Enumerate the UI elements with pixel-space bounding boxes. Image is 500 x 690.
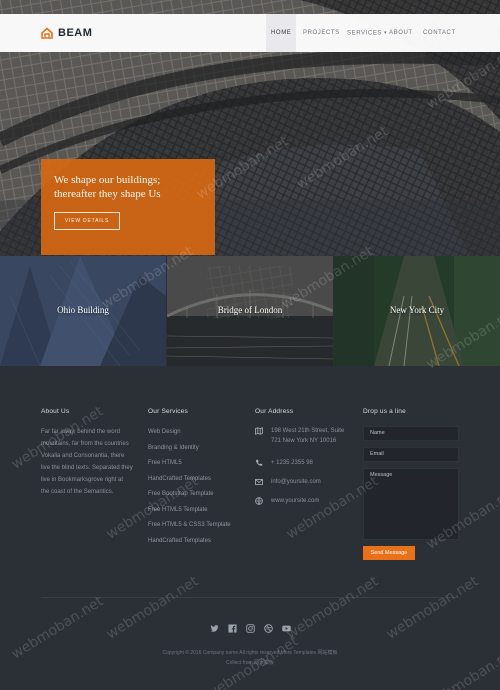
service-link[interactable]: HandCrafted Templates [148, 535, 231, 551]
services-title: Our Services [148, 408, 188, 415]
facebook-icon[interactable] [227, 624, 237, 633]
service-link[interactable]: HandCrafted Templates [148, 473, 231, 489]
hero-callout: We shape our buildings; thereafter they … [41, 159, 215, 255]
nav-item-about[interactable]: ABOUT [389, 30, 413, 36]
map-icon [255, 427, 263, 435]
project-tiles: Ohio Building Bridge of London New York … [0, 256, 500, 366]
copyright-line1: Copyright © 2016 Company name All rights… [162, 650, 338, 656]
contact-title: Drop us a line [363, 408, 406, 415]
address-email-row: info@yoursite.com [255, 477, 321, 487]
site-footer: About Us Far far away, behind the word m… [0, 366, 500, 690]
main-nav: HOME PROJECTS SERVICES ▾ ABOUT CONTACT [0, 30, 500, 40]
nav-item-contact[interactable]: CONTACT [423, 30, 456, 36]
youtube-icon[interactable] [281, 624, 291, 633]
address-street: 198 West 21th Street, Suite 721 New York… [271, 428, 345, 444]
site-header: BEAM HOME PROJECTS SERVICES ▾ ABOUT CONTA… [0, 14, 500, 52]
service-link[interactable]: Free HTML5 & CSS3 Template [148, 519, 231, 535]
phone-icon [256, 459, 263, 466]
tile-bridge-of-london[interactable]: Bridge of London [167, 256, 333, 366]
tile-new-york-city[interactable]: New York City [334, 256, 500, 366]
name-field[interactable]: Name [363, 426, 459, 441]
service-link[interactable]: Free Bootstrap Template [148, 488, 231, 504]
nav-item-services[interactable]: SERVICES ▾ [347, 30, 387, 37]
address-street-row: 198 West 21th Street, Suite 721 New York… [255, 426, 353, 446]
tile-caption: Ohio Building [57, 305, 109, 315]
service-link[interactable]: Web Design [148, 426, 231, 442]
nav-item-projects[interactable]: PROJECTS [303, 30, 340, 36]
send-message-button[interactable]: Send Message [363, 546, 415, 560]
hero-title: We shape our buildings; thereafter they … [54, 173, 214, 201]
social-links [0, 624, 500, 633]
about-text: Far far away, behind the word mountains,… [41, 429, 133, 495]
twitter-icon[interactable] [209, 624, 219, 633]
message-field[interactable]: Message [363, 468, 459, 540]
nav-item-home[interactable]: HOME [271, 30, 291, 36]
service-link[interactable]: Free HTML5 Template [148, 504, 231, 520]
globe-icon [255, 497, 263, 505]
about-title: About Us [41, 408, 70, 415]
footer-divider [41, 597, 459, 598]
address-phone[interactable]: + 1235 2355 98 [271, 458, 313, 468]
envelope-icon [255, 479, 263, 485]
services-list: Web Design Branding & Identity Free HTML… [148, 426, 231, 550]
tile-caption: Bridge of London [217, 305, 283, 315]
copyright: Copyright © 2016 Company name All rights… [0, 648, 500, 668]
instagram-icon[interactable] [245, 624, 255, 633]
nav-item-services-label: SERVICES [347, 30, 383, 37]
tile-ohio-building[interactable]: Ohio Building [0, 256, 166, 366]
chevron-down-icon: ▾ [384, 30, 388, 36]
tile-caption: New York City [389, 305, 445, 315]
service-link[interactable]: Branding & Identity [148, 442, 231, 458]
address-website[interactable]: www.yoursite.com [271, 496, 319, 506]
address-website-row: www.yoursite.com [255, 496, 319, 506]
address-title: Our Address [255, 408, 294, 415]
hero-title-line1: We shape our buildings; [54, 174, 161, 186]
address-phone-row: + 1235 2355 98 [255, 458, 313, 468]
copyright-line2: Collect from 网页模板 [225, 660, 275, 666]
email-field[interactable]: Email [363, 447, 459, 462]
address-email[interactable]: info@yoursite.com [271, 477, 321, 487]
hero-title-line2: thereafter they shape Us [54, 188, 161, 200]
view-details-button[interactable]: VIEW DETAILS [54, 212, 120, 230]
dribbble-icon[interactable] [263, 624, 273, 633]
service-link[interactable]: Free HTML5 [148, 457, 231, 473]
